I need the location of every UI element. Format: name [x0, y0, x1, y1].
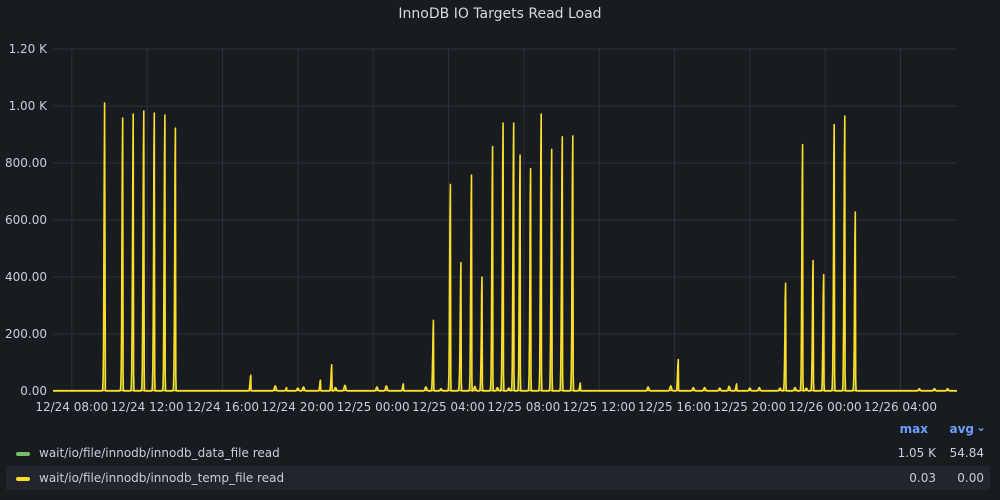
x-tick-label: 12/26 00:00 [789, 400, 862, 414]
legend-item-data-file[interactable]: wait/io/file/innodb/innodb_data_file rea… [6, 441, 990, 465]
y-axis-ticks: 0.00 200.00 400.00 600.00 800.00 1.00 K 1.20 K [5, 42, 48, 398]
chevron-down-icon[interactable]: ⌄ [976, 420, 986, 434]
series-color-swatch[interactable] [16, 477, 30, 481]
chart-grid [53, 48, 957, 392]
legend-item-temp-file[interactable]: wait/io/file/innodb/innodb_temp_file rea… [6, 466, 990, 490]
x-tick-label: 12/24 16:00 [186, 400, 259, 414]
x-tick-label: 12/25 12:00 [563, 400, 636, 414]
y-tick-label: 800.00 [5, 156, 47, 170]
legend-column-avg[interactable]: avg [949, 422, 974, 436]
y-tick-label: 1.00 K [9, 99, 49, 113]
y-tick-label: 400.00 [5, 270, 47, 284]
x-tick-label: 12/25 08:00 [487, 400, 560, 414]
legend-series-avg: 54.84 [949, 446, 984, 460]
legend-series-max: 0.03 [909, 471, 936, 485]
legend-header: max avg ⌄ [0, 420, 1000, 438]
legend-series-name[interactable]: wait/io/file/innodb/innodb_temp_file rea… [39, 471, 284, 485]
x-tick-label: 12/24 08:00 [35, 400, 108, 414]
x-tick-label: 12/24 12:00 [111, 400, 184, 414]
x-tick-label: 12/25 16:00 [638, 400, 711, 414]
legend-column-max[interactable]: max [900, 422, 928, 436]
y-tick-label: 0.00 [20, 384, 47, 398]
y-tick-label: 600.00 [5, 213, 47, 227]
chart-series [52, 102, 958, 392]
y-tick-label: 1.20 K [9, 42, 49, 56]
legend-series-name[interactable]: wait/io/file/innodb/innodb_data_file rea… [39, 446, 280, 460]
x-tick-label: 12/25 04:00 [412, 400, 485, 414]
x-axis-ticks: 12/24 08:00 12/24 12:00 12/24 16:00 12/24 2… [35, 400, 937, 414]
series-line-temp-file [52, 102, 958, 392]
x-tick-label: 12/25 20:00 [713, 400, 786, 414]
x-tick-label: 12/25 00:00 [337, 400, 410, 414]
legend-series-avg: 0.00 [957, 471, 984, 485]
legend-series-max: 1.05 K [897, 446, 936, 460]
data-file-area [53, 102, 957, 392]
series-color-swatch[interactable] [16, 452, 30, 456]
x-tick-label: 12/26 04:00 [864, 400, 937, 414]
y-tick-label: 200.00 [5, 327, 47, 341]
x-tick-label: 12/24 20:00 [261, 400, 334, 414]
